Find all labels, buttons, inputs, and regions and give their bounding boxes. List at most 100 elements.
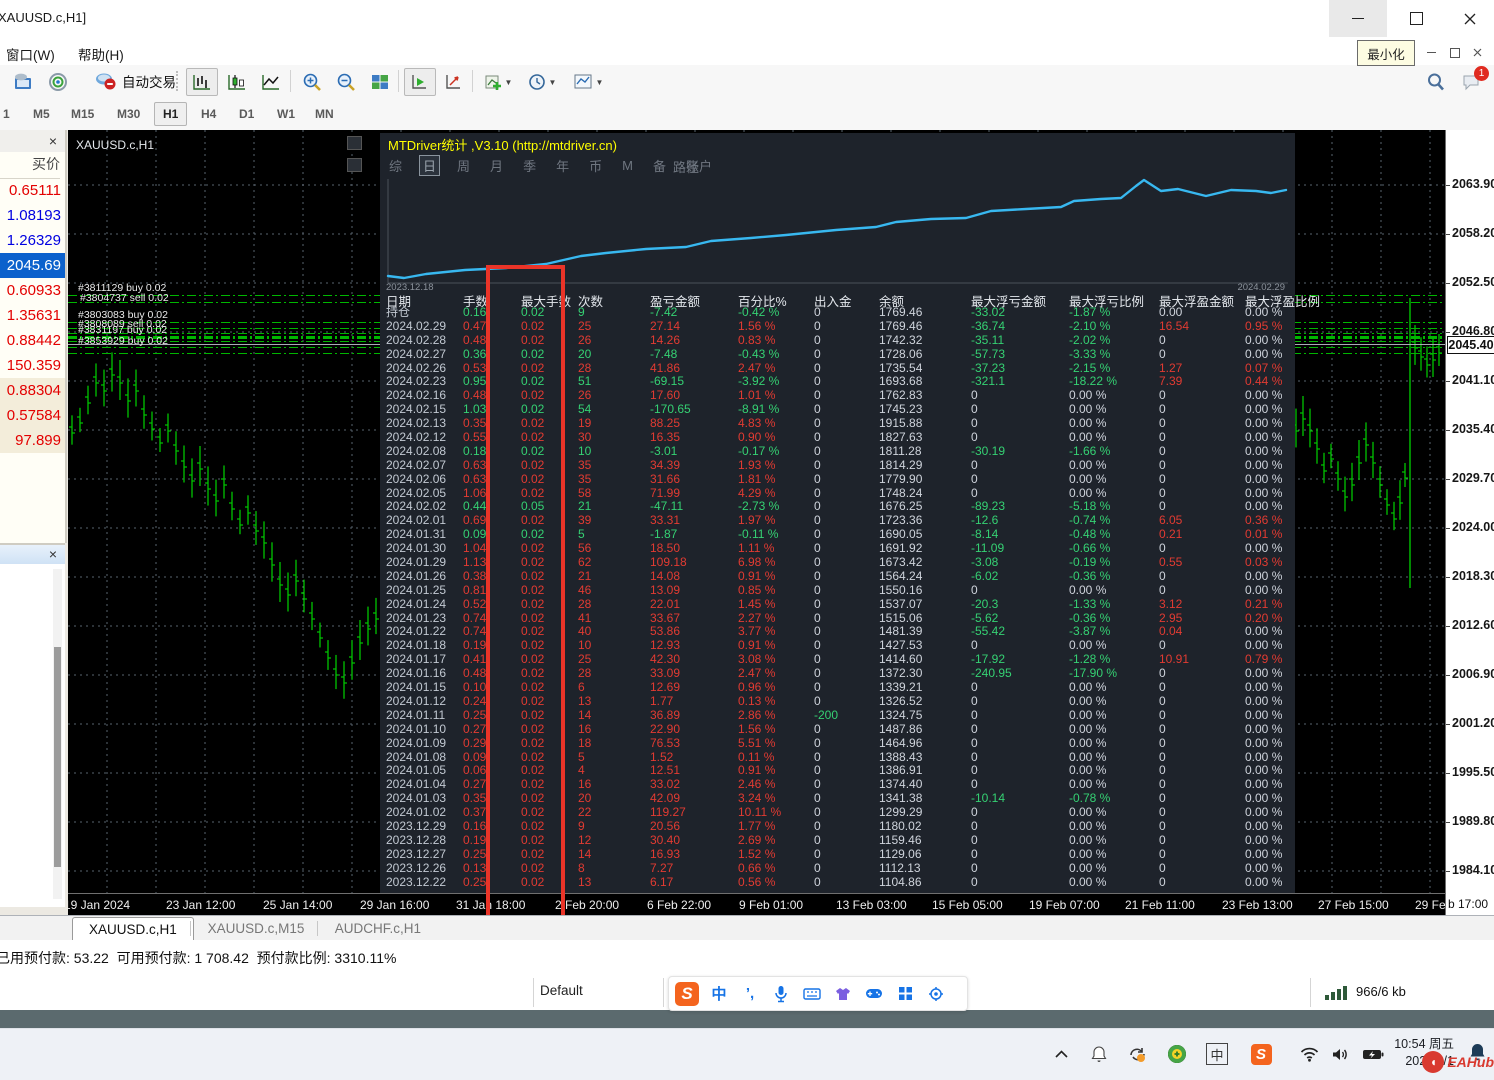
crosshair-button[interactable] (438, 68, 470, 96)
sogou-logo-icon[interactable]: S (675, 982, 699, 1006)
signal-button[interactable] (42, 68, 74, 96)
market-watch-row[interactable]: 1.26329 (0, 228, 65, 253)
market-watch-row[interactable]: 1.35631 (0, 303, 65, 328)
mdi-restore-button[interactable] (1444, 44, 1465, 61)
market-watch-row[interactable]: 0.88304 (0, 378, 65, 403)
candlestick-button[interactable] (221, 68, 253, 96)
keyboard-icon[interactable] (801, 983, 823, 1005)
chart-window-icon[interactable] (347, 158, 362, 172)
timeframe-D1[interactable]: D1 (230, 102, 263, 126)
stats-cell: 2.86 % (738, 709, 814, 723)
cursor-button[interactable] (404, 68, 436, 96)
autotrade-button[interactable]: 自动交易 (95, 68, 176, 94)
market-watch-row[interactable]: 97.899 (0, 428, 65, 453)
timeframe-W1[interactable]: W1 (268, 102, 304, 126)
market-watch-row[interactable]: 2045.69 (0, 253, 65, 278)
mdi-minimize-button[interactable] (1421, 44, 1442, 61)
stats-menu-综[interactable]: 综 (386, 156, 405, 175)
templates-button[interactable]: ▼ (566, 68, 610, 96)
timeframe-H4[interactable]: H4 (192, 102, 225, 126)
market-watch-close-icon[interactable]: × (49, 134, 57, 148)
stats-cell: 0.00 % (1245, 723, 1305, 737)
stats-cell: 2024.01.29 (386, 556, 463, 570)
stats-cell: 0 (971, 778, 1069, 792)
chinese-mode-icon[interactable]: 中 (708, 983, 730, 1005)
menu-help[interactable]: 帮助(H) (72, 42, 130, 66)
tray-chevron-icon[interactable] (1048, 1041, 1074, 1067)
skin-icon[interactable] (832, 983, 854, 1005)
stats-cell: 2024.01.23 (386, 612, 463, 626)
line-chart-button[interactable] (255, 68, 287, 96)
time-axis[interactable]: 19 Jan 202423 Jan 12:0025 Jan 14:0029 Ja… (68, 893, 1445, 915)
search-button[interactable] (1420, 68, 1452, 96)
settings-icon[interactable] (925, 983, 947, 1005)
tab-separator (190, 921, 191, 936)
stats-menu-path[interactable]: 路径 (670, 157, 702, 176)
periods-button[interactable]: ▼ (522, 68, 562, 96)
market-watch-row[interactable]: 0.88442 (0, 328, 65, 353)
mic-icon[interactable] (770, 983, 792, 1005)
notification-bell-icon[interactable] (1086, 1041, 1112, 1067)
stats-menu-季[interactable]: 季 (520, 156, 539, 175)
price-axis[interactable]: 2063.902058.202052.502046.802041.102035.… (1445, 130, 1494, 915)
wifi-icon[interactable] (1296, 1041, 1322, 1067)
tab-xauusd-c-m15[interactable]: XAUUSD.c,M15 (192, 917, 321, 940)
new-order-button[interactable] (8, 68, 40, 96)
bar-chart-button[interactable] (186, 68, 218, 96)
market-watch-row[interactable]: 150.359 (0, 353, 65, 378)
navigator-scrollbar[interactable] (53, 569, 62, 899)
timeframe-M30[interactable]: M30 (108, 102, 149, 126)
tab-audchf-c-h1[interactable]: AUDCHF.c,H1 (319, 917, 437, 940)
stats-menu-年[interactable]: 年 (553, 156, 572, 175)
sogou-ime-bar[interactable]: S 中 ’, (668, 976, 968, 1011)
stats-menu-备[interactable]: 备 (650, 156, 669, 175)
stats-menu-币[interactable]: 币 (586, 156, 605, 175)
antivirus-icon[interactable] (1164, 1041, 1190, 1067)
zoom-in-button[interactable] (296, 68, 328, 96)
punctuation-icon[interactable]: ’, (739, 983, 761, 1005)
sync-icon[interactable] (1124, 1041, 1150, 1067)
stats-cell: 26 (578, 389, 650, 403)
timeframe-MN[interactable]: MN (306, 102, 343, 126)
toolbar-drag-handle[interactable] (176, 71, 181, 91)
timeframe-1[interactable]: 1 (0, 102, 19, 126)
stats-cell: 1.77 (650, 695, 738, 709)
navigator-close-icon[interactable]: × (49, 547, 57, 561)
scrollbar-thumb[interactable] (54, 647, 61, 867)
tab-xauusd-c-h1[interactable]: XAUUSD.c,H1 (72, 917, 194, 941)
market-watch-row[interactable]: 0.65111 (0, 178, 65, 203)
chart-minimize-icon[interactable] (347, 136, 362, 150)
tile-windows-button[interactable] (364, 68, 396, 96)
toolbox-grid-icon[interactable] (894, 983, 916, 1005)
close-button[interactable] (1445, 0, 1494, 37)
timeframe-H1[interactable]: H1 (154, 102, 187, 126)
market-watch-row[interactable]: 0.60933 (0, 278, 65, 303)
maximize-button[interactable] (1387, 0, 1445, 37)
mdi-close-button[interactable] (1467, 44, 1488, 61)
chart-area[interactable]: XAUUSD.c,H1 #3811129 buy 0.02#3804737 se… (68, 130, 1445, 915)
menu-window[interactable]: 窗口(W) (0, 42, 61, 66)
battery-icon[interactable] (1360, 1041, 1386, 1067)
timeframe-M5[interactable]: M5 (24, 102, 59, 126)
stats-cell: 1762.83 (879, 389, 971, 403)
market-watch-row[interactable]: 1.08193 (0, 203, 65, 228)
sogou-tray-icon[interactable]: S (1248, 1041, 1274, 1067)
indicators-button[interactable]: ▼ (478, 68, 518, 96)
zoom-out-button[interactable] (330, 68, 362, 96)
minimize-button[interactable] (1329, 0, 1387, 37)
stats-cell: -36.74 (971, 320, 1069, 334)
chat-button[interactable]: 1 (1456, 68, 1488, 96)
stats-menu-日[interactable]: 日 (419, 155, 440, 176)
stats-cell: 2024.01.11 (386, 709, 463, 723)
stats-menu-周[interactable]: 周 (454, 156, 473, 175)
volume-icon[interactable] (1328, 1041, 1354, 1067)
timeframe-M15[interactable]: M15 (62, 102, 103, 126)
window-titlebar: XAUUSD.c,H1] (0, 0, 1494, 38)
market-watch-column-header[interactable]: 买价 (0, 154, 60, 179)
stats-menu-M[interactable]: M (619, 158, 636, 173)
ime-zh-icon[interactable]: 中 (1204, 1041, 1230, 1067)
stats-menu-月[interactable]: 月 (487, 156, 506, 175)
stats-cell: 2024.01.30 (386, 542, 463, 556)
market-watch-row[interactable]: 0.57584 (0, 403, 65, 428)
profile-selector[interactable]: Default (540, 983, 583, 998)
